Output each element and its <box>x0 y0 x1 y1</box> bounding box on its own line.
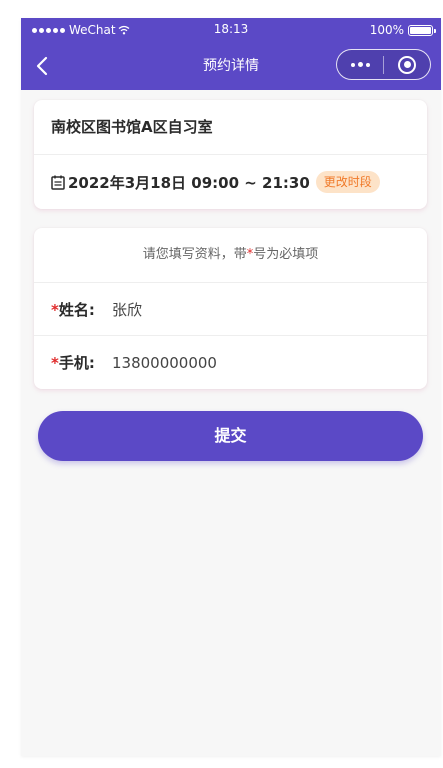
booking-time-row: 2022年3月18日 09:00 ~ 21:30 更改时段 <box>34 155 427 209</box>
target-close-icon[interactable] <box>384 50 430 79</box>
battery-icon <box>408 24 436 36</box>
submit-button[interactable]: 提交 <box>38 411 423 461</box>
phone-screen: WeChat 18:13 100% 预约详情 南校区图书馆A区自习室 2022年… <box>21 18 441 756</box>
phone-field[interactable]: 13800000000 <box>112 354 217 372</box>
room-name: 南校区图书馆A区自习室 <box>34 100 427 155</box>
required-star: * <box>51 354 59 372</box>
form-card: 请您填写资料，带*号为必填项 *姓名: 张欣 *手机: 13800000000 <box>34 228 427 389</box>
more-dots-icon[interactable] <box>337 50 383 79</box>
name-label-text: 姓名: <box>58 300 95 319</box>
nav-bar: 预约详情 <box>21 42 441 90</box>
form-tip: 请您填写资料，带*号为必填项 <box>34 228 427 283</box>
booking-info-card: 南校区图书馆A区自习室 2022年3月18日 09:00 ~ 21:30 更改时… <box>34 100 427 209</box>
status-bar: WeChat 18:13 100% <box>21 18 441 42</box>
form-tip-suffix: 号为必填项 <box>253 247 319 262</box>
phone-label: *手机: <box>51 352 112 373</box>
name-label: *姓名: <box>51 299 112 320</box>
name-field-row: *姓名: 张欣 <box>34 283 427 336</box>
booking-datetime: 2022年3月18日 09:00 ~ 21:30 <box>68 173 310 192</box>
calendar-icon <box>51 175 65 190</box>
name-field[interactable]: 张欣 <box>112 299 142 320</box>
phone-field-row: *手机: 13800000000 <box>34 336 427 389</box>
form-tip-text: 请您填写资料，带 <box>142 247 247 262</box>
battery-percent: 100% <box>369 23 404 37</box>
change-time-button[interactable]: 更改时段 <box>315 171 380 193</box>
status-right: 100% <box>369 23 436 37</box>
mini-program-capsule <box>336 49 431 80</box>
required-star: * <box>51 300 59 319</box>
phone-label-text: 手机: <box>58 354 95 372</box>
